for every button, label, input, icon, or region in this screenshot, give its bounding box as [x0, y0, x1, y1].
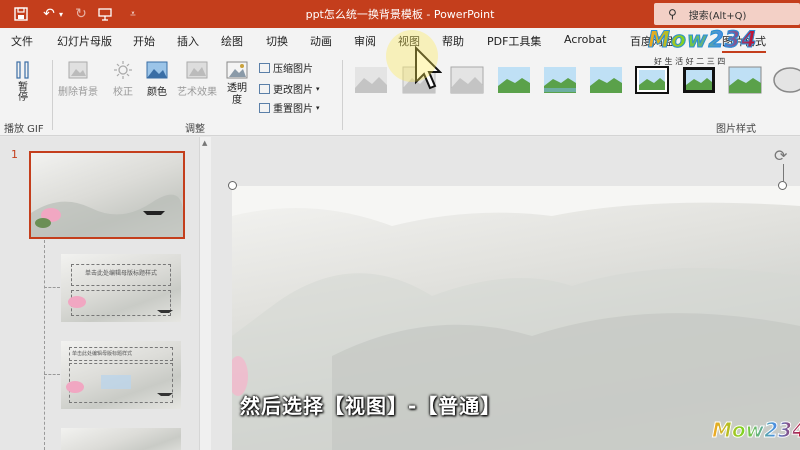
layout-thumbnail[interactable]: 单击此处编辑母版标题样式 [61, 341, 181, 409]
picture-style-4[interactable] [497, 66, 531, 94]
ribbon-separator [342, 60, 343, 130]
rotate-handle-line [783, 164, 784, 182]
chevron-down-icon: ▾ [316, 103, 320, 112]
artistic-effects-label: 艺术效果 [177, 87, 217, 98]
compress-label: 压缩图片 [273, 64, 313, 75]
change-label: 更改图片 [273, 85, 313, 96]
selection-handle[interactable] [228, 181, 237, 190]
reset-picture-icon [259, 102, 270, 113]
picture-style-9[interactable] [728, 66, 762, 94]
change-picture-button[interactable]: 更改图片 ▾ [259, 81, 320, 96]
correct-button[interactable]: 校正 [112, 60, 134, 98]
remove-background-label: 删除背景 [58, 87, 98, 98]
tab-slide-master[interactable]: 幻灯片母版 [57, 33, 112, 49]
rotate-handle-icon[interactable]: ⟳ [774, 146, 787, 165]
cursor-highlight [386, 30, 438, 82]
thumbnail-connector [44, 374, 60, 375]
transparency-label: 透明度 [227, 83, 247, 106]
master-slide-thumbnail[interactable] [29, 151, 185, 239]
tab-draw[interactable]: 绘图 [221, 33, 243, 49]
pause-gif-button[interactable]: 暂停 [12, 60, 34, 103]
correct-label: 校正 [113, 87, 133, 98]
tab-home[interactable]: 开始 [133, 33, 155, 49]
search-label: 搜索(Alt+Q) [688, 10, 747, 22]
layout-thumbnail[interactable] [61, 428, 181, 450]
tab-animations[interactable]: 动画 [310, 33, 332, 49]
selection-handle[interactable] [778, 181, 787, 190]
title-bar: ↶ ▾ ↻ ⩡ ppt怎么统一换背景模板 - PowerPoint ⚲ 搜索(A… [0, 0, 800, 28]
thumbnails-scrollbar[interactable]: ▲ [199, 137, 211, 450]
pause-label: 暂停 [18, 82, 28, 103]
transparency-icon [226, 61, 248, 79]
compress-icon [259, 62, 270, 73]
artistic-effects-button[interactable]: 艺术效果 [177, 60, 217, 98]
change-picture-icon [259, 83, 270, 94]
compress-pictures-button[interactable]: 压缩图片 [259, 60, 313, 75]
tab-pdf-tools[interactable]: PDF工具集 [487, 33, 541, 49]
picture-style-5[interactable] [543, 66, 577, 94]
color-label: 颜色 [147, 87, 167, 98]
search-icon: ⚲ [668, 7, 677, 21]
picture-style-6[interactable] [589, 66, 623, 94]
artistic-effects-icon [186, 61, 208, 79]
remove-background-button[interactable]: 删除背景 [58, 60, 98, 98]
chevron-down-icon: ▾ [316, 84, 320, 93]
tab-transitions[interactable]: 切换 [266, 33, 288, 49]
transparency-button[interactable]: 透明度 [226, 60, 248, 107]
tab-insert[interactable]: 插入 [177, 33, 199, 49]
watermark-logo: Mow234 [647, 28, 758, 54]
picture-styles-group-label: 图片样式 [716, 124, 756, 135]
thumbnail-connector [44, 240, 45, 450]
scroll-up-icon[interactable]: ▲ [202, 139, 207, 147]
video-subtitle: 然后选择【视图】-【普通】 [240, 394, 502, 418]
picture-style-8[interactable] [682, 66, 716, 94]
watermark-sub-text: 好 生 活 好 二 三 四 [654, 57, 726, 66]
remove-background-icon [68, 61, 88, 79]
tab-review[interactable]: 审阅 [354, 33, 376, 49]
picture-style-10[interactable] [772, 66, 800, 94]
sun-icon [114, 61, 132, 79]
search-box[interactable]: ⚲ 搜索(Alt+Q) [654, 3, 800, 25]
adjust-group-label: 调整 [185, 124, 205, 135]
picture-style-7[interactable] [635, 66, 669, 94]
watermark-logo-bottom: Mow234 [712, 418, 800, 443]
tab-help[interactable]: 帮助 [442, 33, 464, 49]
tab-file[interactable]: 文件 [11, 33, 33, 49]
picture-style-1[interactable] [354, 66, 388, 94]
picture-style-3[interactable] [450, 66, 484, 94]
reset-label: 重置图片 [273, 104, 313, 115]
thumbnail-connector [44, 287, 60, 288]
color-button[interactable]: 颜色 [146, 60, 168, 98]
slide-thumbnails-pane: 1 单击此处编辑母版标题样式 单击此处编辑母版标题样式 [0, 137, 212, 450]
layout-thumbnail[interactable]: 单击此处编辑母版标题样式 [61, 254, 181, 322]
ribbon-separator [52, 60, 53, 130]
play-gif-group-label: 播放 GIF [4, 124, 44, 135]
tab-acrobat[interactable]: Acrobat [564, 33, 606, 46]
pause-icon [16, 61, 29, 79]
slide-number: 1 [11, 148, 18, 161]
reset-picture-button[interactable]: 重置图片 ▾ [259, 100, 320, 115]
color-icon [146, 61, 168, 79]
